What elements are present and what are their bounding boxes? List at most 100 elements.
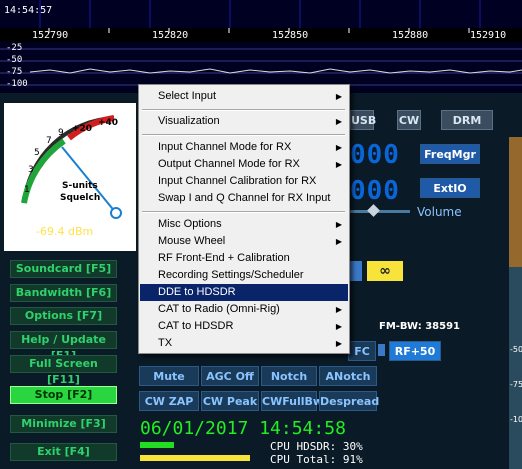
s-scale-label: 1 xyxy=(24,185,30,195)
menu-item-swap-iq[interactable]: Swap I and Q Channel for RX Input xyxy=(140,190,348,207)
menu-item-cat-to-radio[interactable]: CAT to Radio (Omni-Rig) ▶ xyxy=(140,301,348,318)
extio-button[interactable]: ExtIO xyxy=(420,178,480,198)
s-units-label: S-units xyxy=(62,181,98,191)
right-scale-label: -50 xyxy=(510,345,522,354)
menu-item-label: TX xyxy=(158,337,173,349)
db-tick-label: -75 xyxy=(6,67,23,77)
menu-item-rf-front-end[interactable]: RF Front-End + Calibration xyxy=(140,250,348,267)
menu-item-dde-to-hdsdr[interactable]: DDE to HDSDR xyxy=(140,284,348,301)
db-tick-label: -25 xyxy=(6,43,23,53)
despread-button[interactable]: Despread xyxy=(319,391,379,411)
dbm-readout: -69.4 dBm xyxy=(36,225,94,238)
date-time-display: 06/01/2017 14:54:58 xyxy=(140,418,346,439)
menu-item-visualization[interactable]: Visualization ▶ xyxy=(140,113,348,130)
fm-bw-readout: FM-BW: 38591 xyxy=(379,321,461,332)
menu-item-tx[interactable]: TX ▶ xyxy=(140,335,348,352)
submenu-arrow-icon: ▶ xyxy=(335,92,342,101)
menu-item-label: DDE to HDSDR xyxy=(158,286,236,298)
options-button[interactable]: Options [F7] xyxy=(10,307,117,325)
menu-item-label: Mouse Wheel xyxy=(158,235,226,247)
s-scale-label: 3 xyxy=(28,165,34,175)
menu-item-label: CAT to HDSDR xyxy=(158,320,234,332)
partial-button[interactable] xyxy=(350,261,362,281)
menu-item-label: Select Input xyxy=(158,90,217,102)
s-scale-label: 9 xyxy=(58,128,64,138)
cpu-total-bar xyxy=(140,455,250,461)
cw-zap-button[interactable]: CW ZAP xyxy=(139,391,199,411)
freq-tick-label: 152790 xyxy=(32,30,69,41)
submenu-arrow-icon: ▶ xyxy=(335,143,342,152)
help-update-button[interactable]: Help / Update [F1] xyxy=(10,331,117,362)
menu-item-label: Input Channel Calibration for RX xyxy=(158,175,317,187)
menu-item-cat-to-hdsdr[interactable]: CAT to HDSDR ▶ xyxy=(140,318,348,335)
menu-item-recording-settings[interactable]: Recording Settings/Scheduler xyxy=(140,267,348,284)
menu-item-select-input[interactable]: Select Input ▶ xyxy=(140,88,348,105)
cpu-hdsdr-bar xyxy=(140,442,174,448)
right-scale-label: -75 xyxy=(510,380,522,389)
s-scale-label: 7 xyxy=(46,136,52,146)
afc-button[interactable]: FC xyxy=(348,341,376,361)
freq-tick-label: 152910 xyxy=(470,30,507,41)
menu-item-label: Input Channel Mode for RX xyxy=(158,141,292,153)
freq-tick-label: 152880 xyxy=(392,30,429,41)
menu-item-label: CAT to Radio (Omni-Rig) xyxy=(158,303,280,315)
agc-button[interactable]: AGC Off xyxy=(201,366,259,386)
submenu-arrow-icon: ▶ xyxy=(335,322,342,331)
menu-item-misc-options[interactable]: Misc Options ▶ xyxy=(140,216,348,233)
notch-button[interactable]: Notch xyxy=(261,366,317,386)
s-scale-label: +40 xyxy=(98,118,119,128)
menu-item-label: Output Channel Mode for RX xyxy=(158,158,300,170)
mute-button[interactable]: Mute xyxy=(139,366,199,386)
rf-indicator xyxy=(378,344,385,356)
freqmgr-button[interactable]: FreqMgr xyxy=(420,144,480,164)
submenu-arrow-icon: ▶ xyxy=(335,117,342,126)
menu-item-label: Visualization xyxy=(158,115,220,127)
cpu-hdsdr-readout: CPU HDSDR: 30% xyxy=(270,440,363,453)
db-tick-label: -50 xyxy=(6,55,23,65)
submenu-arrow-icon: ▶ xyxy=(335,220,342,229)
s-scale-label: +20 xyxy=(72,124,93,134)
freq-tick-label: 152850 xyxy=(272,30,309,41)
bandwidth-button[interactable]: Bandwidth [F6] xyxy=(10,284,117,302)
menu-item-label: Recording Settings/Scheduler xyxy=(158,269,304,281)
soundcard-button[interactable]: Soundcard [F5] xyxy=(10,260,117,278)
menu-item-mouse-wheel[interactable]: Mouse Wheel ▶ xyxy=(140,233,348,250)
menu-separator xyxy=(142,211,345,213)
loop-button[interactable]: ∞ xyxy=(367,261,403,281)
rf-gain-button[interactable]: RF+50 xyxy=(389,341,441,361)
tune-frequency-digits[interactable]: 000 xyxy=(350,176,400,206)
spectrum-grid xyxy=(0,0,522,93)
menu-item-input-channel-mode[interactable]: Input Channel Mode for RX ▶ xyxy=(140,139,348,156)
volume-slider-track[interactable] xyxy=(350,210,410,213)
mode-cw-button[interactable]: CW xyxy=(397,110,421,130)
menu-item-input-calibration[interactable]: Input Channel Calibration for RX xyxy=(140,173,348,190)
db-tick-label: -100 xyxy=(6,79,28,89)
anotch-button[interactable]: ANotch xyxy=(319,366,377,386)
cw-peak-button[interactable]: CW Peak xyxy=(201,391,259,411)
exit-button[interactable]: Exit [F4] xyxy=(10,443,117,461)
context-menu: Select Input ▶ Visualization ▶ Input Cha… xyxy=(138,84,350,354)
squelch-label: Squelch xyxy=(60,193,101,203)
submenu-arrow-icon: ▶ xyxy=(335,339,342,348)
mode-drm-button[interactable]: DRM xyxy=(441,110,493,130)
submenu-arrow-icon: ▶ xyxy=(335,237,342,246)
menu-item-label: RF Front-End + Calibration xyxy=(158,252,290,264)
menu-item-label: Swap I and Q Channel for RX Input xyxy=(158,192,331,204)
full-screen-button[interactable]: Full Screen [F11] xyxy=(10,355,117,386)
menu-separator xyxy=(142,134,345,136)
cpu-total-readout: CPU Total: 91% xyxy=(270,453,363,466)
right-scale-label: -100 xyxy=(510,415,522,424)
submenu-arrow-icon: ▶ xyxy=(335,160,342,169)
volume-label: Volume xyxy=(417,205,462,219)
lo-frequency-digits[interactable]: 000 xyxy=(350,140,400,170)
mode-usb-button[interactable]: USB xyxy=(350,110,376,130)
spectrum-display[interactable] xyxy=(0,0,522,93)
stop-button[interactable]: Stop [F2] xyxy=(10,386,117,404)
menu-item-label: Misc Options xyxy=(158,218,222,230)
cw-fullbw-button[interactable]: CWFullBw xyxy=(261,391,323,411)
menu-item-output-channel-mode[interactable]: Output Channel Mode for RX ▶ xyxy=(140,156,348,173)
submenu-arrow-icon: ▶ xyxy=(335,305,342,314)
spectrum-clock: 14:54:57 xyxy=(4,5,53,16)
s-scale-label: 5 xyxy=(34,148,40,158)
minimize-button[interactable]: Minimize [F3] xyxy=(10,415,117,433)
